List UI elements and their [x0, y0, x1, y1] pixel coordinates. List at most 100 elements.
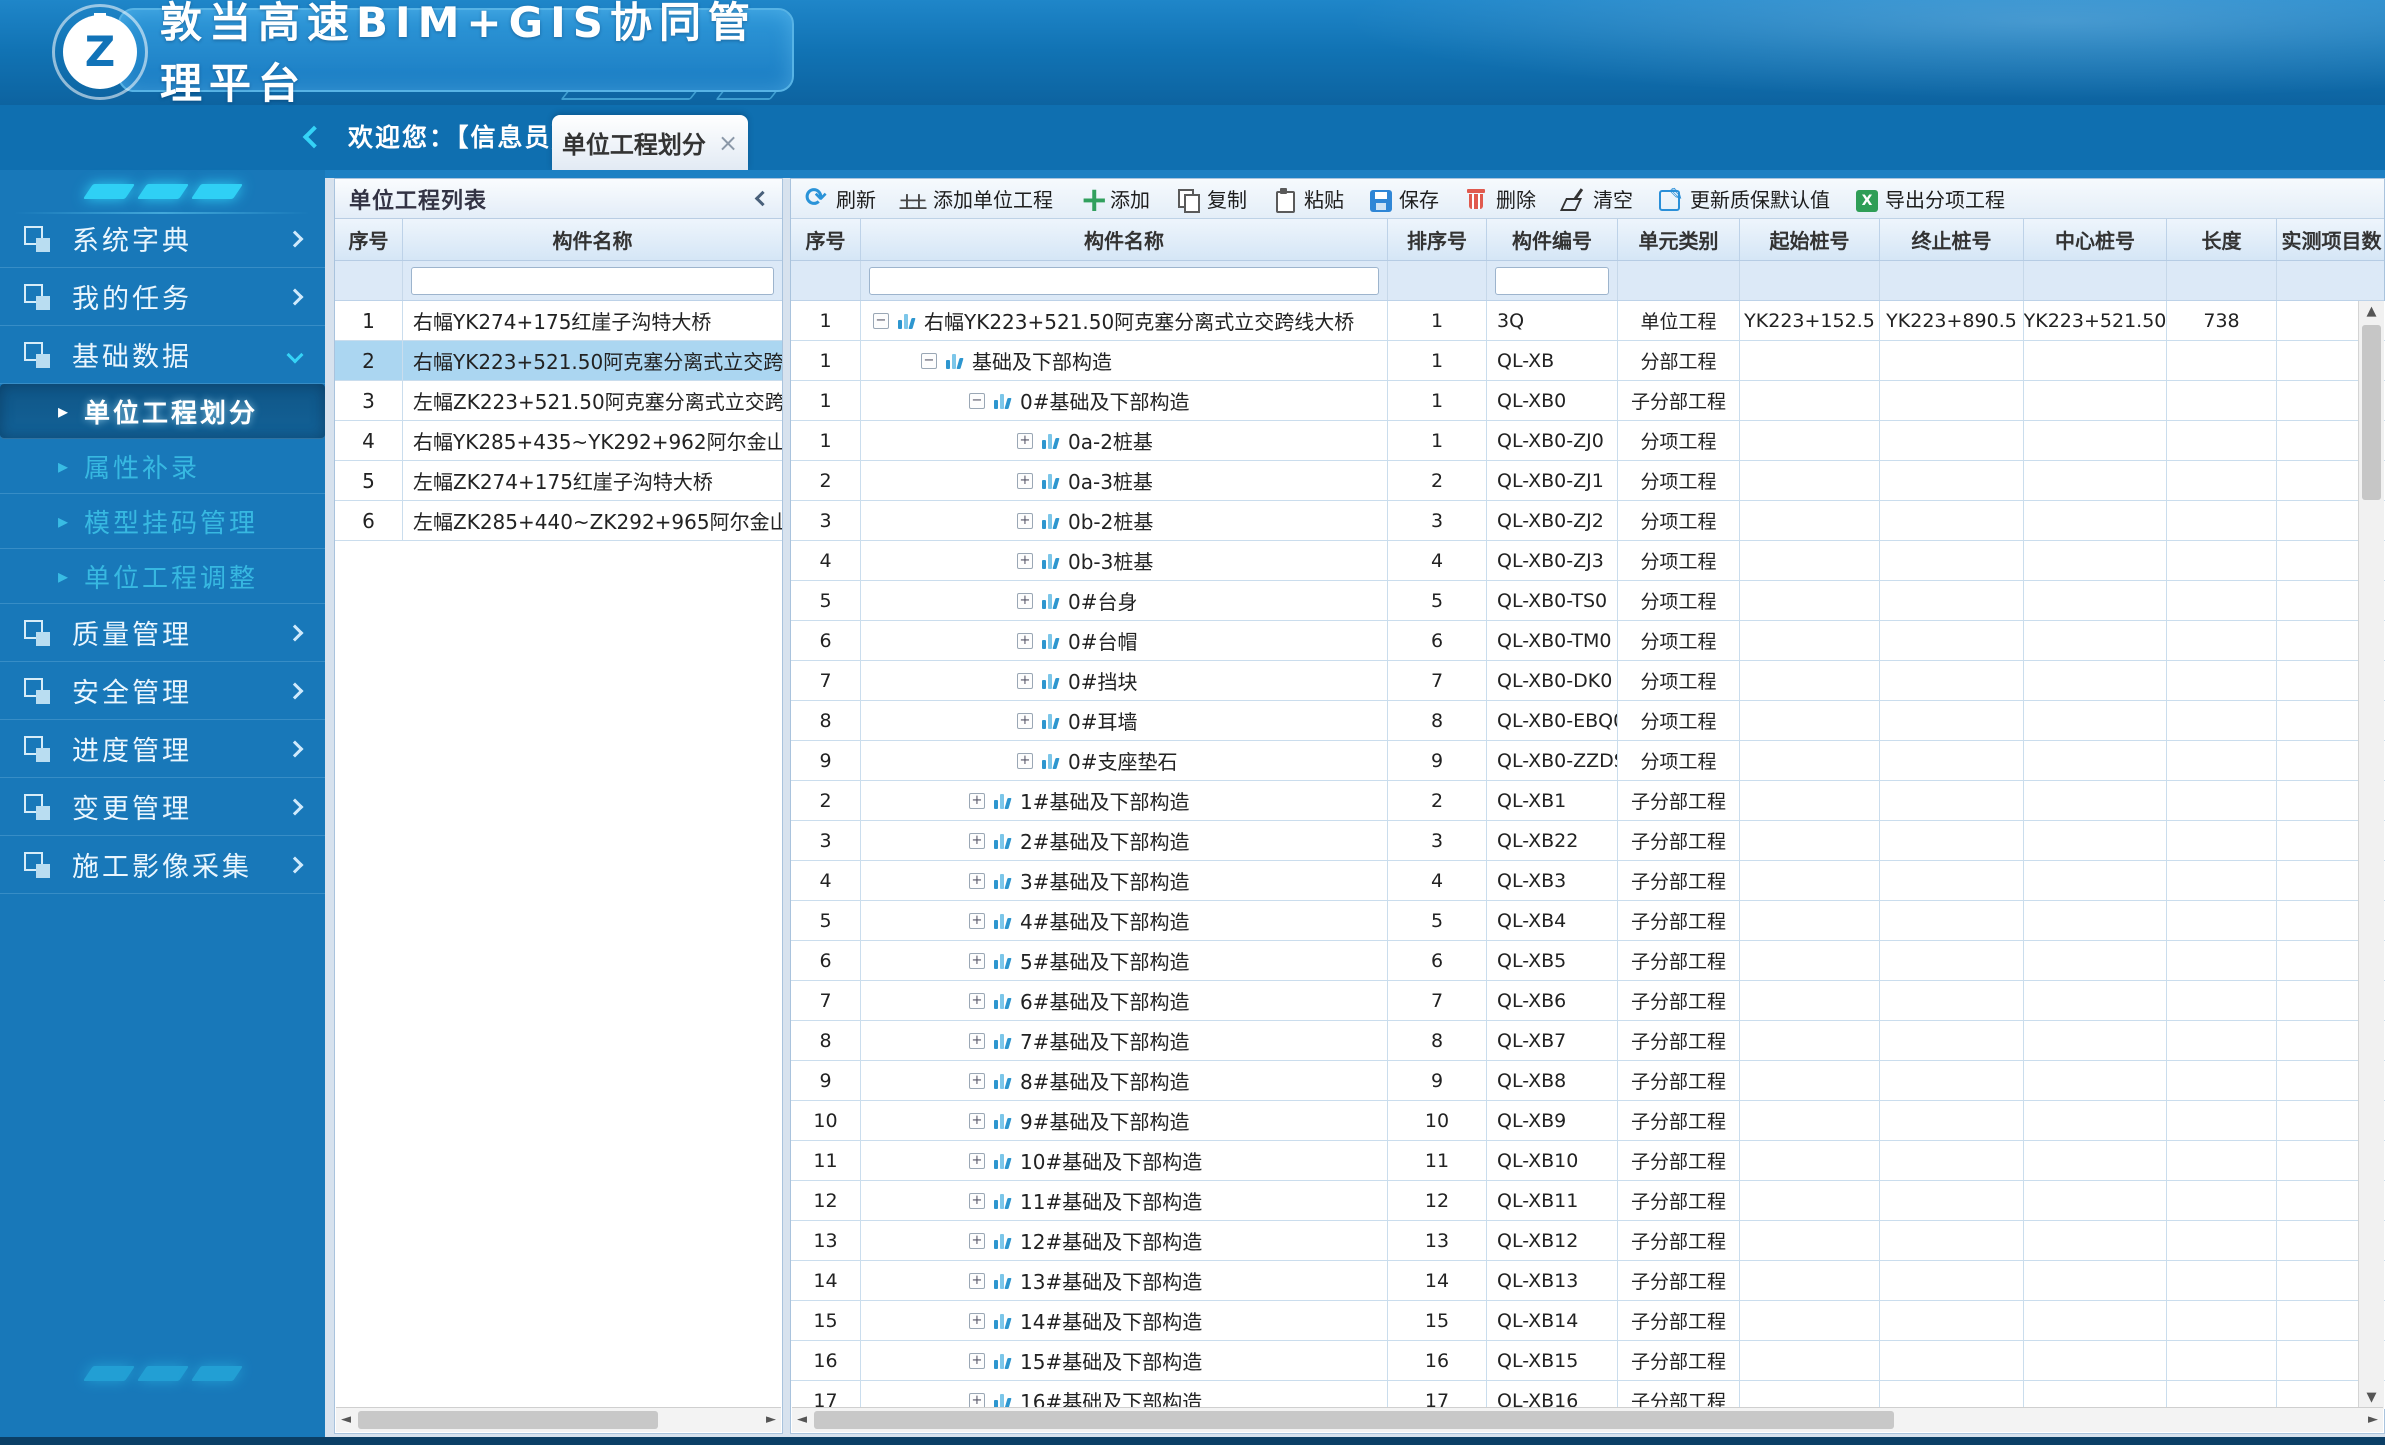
tree-table-row-27[interactable]: 16+15#基础及下部构造16QL-XB15子分部工程 — [791, 1341, 2385, 1381]
tree-table-row-10[interactable]: 7+0#挡块7QL-XB0-DK0分项工程 — [791, 661, 2385, 701]
component-code-filter-input[interactable] — [1495, 267, 1609, 295]
tree-table-row-11[interactable]: 8+0#耳墙8QL-XB0-EBQ0分项工程 — [791, 701, 2385, 741]
update-button[interactable]: 更新质保默认值 — [1659, 184, 1830, 213]
scrollbar-thumb[interactable] — [358, 1411, 658, 1429]
expand-node-icon[interactable]: + — [1017, 713, 1033, 729]
scroll-up-icon[interactable]: ▲ — [2359, 301, 2384, 323]
tree-table-row-19[interactable]: 8+7#基础及下部构造8QL-XB7子分部工程 — [791, 1021, 2385, 1061]
tree-table-row-7[interactable]: 4+0b-3桩基4QL-XB0-ZJ3分项工程 — [791, 541, 2385, 581]
expand-node-icon[interactable]: + — [969, 793, 985, 809]
tree-table-row-28[interactable]: 17+16#基础及下部构造17QL-XB16子分部工程 — [791, 1381, 2385, 1409]
tree-table-row-13[interactable]: 2+1#基础及下部构造2QL-XB1子分部工程 — [791, 781, 2385, 821]
sidebar-item-10[interactable]: 进度管理 — [0, 720, 325, 778]
tree-table-row-16[interactable]: 5+4#基础及下部构造5QL-XB4子分部工程 — [791, 901, 2385, 941]
save-button[interactable]: 保存 — [1370, 184, 1439, 213]
collapse-node-icon[interactable]: − — [969, 393, 985, 409]
tab-unit-engineering-division[interactable]: 单位工程划分 × — [552, 115, 748, 170]
unit-name-filter-input[interactable] — [411, 267, 774, 295]
expand-node-icon[interactable]: + — [969, 1273, 985, 1289]
component-name-filter-input[interactable] — [869, 267, 1379, 295]
sidebar-item-7[interactable]: ▸单位工程调整 — [0, 549, 325, 604]
tree-table-row-3[interactable]: 1−0#基础及下部构造1QL-XB0子分部工程 — [791, 381, 2385, 421]
sidebar-item-8[interactable]: 质量管理 — [0, 604, 325, 662]
expand-node-icon[interactable]: + — [1017, 633, 1033, 649]
sidebar-item-4[interactable]: ▸单位工程划分 — [0, 384, 325, 439]
scroll-right-icon[interactable]: ► — [761, 1408, 781, 1432]
collapse-node-icon[interactable]: − — [921, 353, 937, 369]
expand-node-icon[interactable]: + — [1017, 473, 1033, 489]
expand-node-icon[interactable]: + — [1017, 433, 1033, 449]
export-button[interactable]: 导出分项工程 — [1856, 184, 2005, 213]
tabs-collapse-left-icon[interactable] — [303, 126, 326, 149]
sidebar-item-11[interactable]: 变更管理 — [0, 778, 325, 836]
expand-node-icon[interactable]: + — [969, 993, 985, 1009]
expand-node-icon[interactable]: + — [1017, 553, 1033, 569]
scroll-down-icon[interactable]: ▼ — [2359, 1387, 2384, 1409]
tree-table-row-18[interactable]: 7+6#基础及下部构造7QL-XB6子分部工程 — [791, 981, 2385, 1021]
scrollbar-thumb[interactable] — [814, 1411, 1894, 1429]
tree-table-row-12[interactable]: 9+0#支座垫石9QL-XB0-ZZDS0分项工程 — [791, 741, 2385, 781]
sidebar-item-9[interactable]: 安全管理 — [0, 662, 325, 720]
tree-table-row-17[interactable]: 6+5#基础及下部构造6QL-XB5子分部工程 — [791, 941, 2385, 981]
expand-node-icon[interactable]: + — [969, 953, 985, 969]
scroll-right-icon[interactable]: ► — [2363, 1408, 2383, 1432]
collapse-node-icon[interactable]: − — [873, 313, 889, 329]
tree-table-row-5[interactable]: 2+0a-3桩基2QL-XB0-ZJ1分项工程 — [791, 461, 2385, 501]
expand-node-icon[interactable]: + — [969, 873, 985, 889]
tree-table-row-9[interactable]: 6+0#台帽6QL-XB0-TM0分项工程 — [791, 621, 2385, 661]
tree-table-row-6[interactable]: 3+0b-2桩基3QL-XB0-ZJ2分项工程 — [791, 501, 2385, 541]
expand-node-icon[interactable]: + — [969, 1033, 985, 1049]
copy-button[interactable]: 复制 — [1176, 184, 1247, 213]
expand-node-icon[interactable]: + — [1017, 593, 1033, 609]
tree-table-row-26[interactable]: 15+14#基础及下部构造15QL-XB14子分部工程 — [791, 1301, 2385, 1341]
main-horizontal-scrollbar[interactable]: ◄ ► — [792, 1407, 2383, 1432]
tree-table-row-23[interactable]: 12+11#基础及下部构造12QL-XB11子分部工程 — [791, 1181, 2385, 1221]
add-button[interactable]: 添加 — [1079, 184, 1150, 213]
panel-collapse-icon[interactable] — [755, 191, 771, 207]
delete-button[interactable]: 删除 — [1465, 184, 1536, 213]
tree-table-row-21[interactable]: 10+9#基础及下部构造10QL-XB9子分部工程 — [791, 1101, 2385, 1141]
refresh-button[interactable]: 刷新 — [805, 184, 876, 213]
expand-node-icon[interactable]: + — [969, 1153, 985, 1169]
expand-node-icon[interactable]: + — [969, 1073, 985, 1089]
tree-table-row-14[interactable]: 3+2#基础及下部构造3QL-XB22子分部工程 — [791, 821, 2385, 861]
clear-button[interactable]: 清空 — [1562, 184, 1633, 213]
sidebar-item-12[interactable]: 施工影像采集 — [0, 836, 325, 894]
tree-table-row-20[interactable]: 9+8#基础及下部构造9QL-XB8子分部工程 — [791, 1061, 2385, 1101]
scroll-left-icon[interactable]: ◄ — [792, 1408, 812, 1432]
tree-table-row-8[interactable]: 5+0#台身5QL-XB0-TS0分项工程 — [791, 581, 2385, 621]
tree-table-row-15[interactable]: 4+3#基础及下部构造4QL-XB3子分部工程 — [791, 861, 2385, 901]
sidebar-item-6[interactable]: ▸模型挂码管理 — [0, 494, 325, 549]
sidebar-item-1[interactable]: 系统字典 — [0, 210, 325, 268]
expand-node-icon[interactable]: + — [1017, 673, 1033, 689]
unit-list-row-2[interactable]: 2右幅YK223+521.50阿克塞分离式立交跨线大桥 — [335, 341, 782, 381]
scrollbar-thumb[interactable] — [2362, 325, 2381, 500]
unit-list-row-4[interactable]: 4右幅YK285+435~YK292+962阿尔金山特长隧道 — [335, 421, 782, 461]
unit-list-horizontal-scrollbar[interactable]: ◄ ► — [336, 1407, 781, 1432]
tree-table-row-24[interactable]: 13+12#基础及下部构造13QL-XB12子分部工程 — [791, 1221, 2385, 1261]
tree-table-row-22[interactable]: 11+10#基础及下部构造11QL-XB10子分部工程 — [791, 1141, 2385, 1181]
expand-node-icon[interactable]: + — [969, 833, 985, 849]
sidebar-item-5[interactable]: ▸属性补录 — [0, 439, 325, 494]
sidebar-item-3[interactable]: 基础数据 — [0, 326, 325, 384]
tree-table-row-25[interactable]: 14+13#基础及下部构造14QL-XB13子分部工程 — [791, 1261, 2385, 1301]
scroll-left-icon[interactable]: ◄ — [336, 1408, 356, 1432]
unit-list-row-5[interactable]: 5左幅ZK274+175红崖子沟特大桥 — [335, 461, 782, 501]
tab-close-icon[interactable]: × — [718, 131, 738, 155]
unit-list-row-1[interactable]: 1右幅YK274+175红崖子沟特大桥 — [335, 301, 782, 341]
tree-table-row-2[interactable]: 1−基础及下部构造1QL-XB分部工程 — [791, 341, 2385, 381]
unit-list-row-3[interactable]: 3左幅ZK223+521.50阿克塞分离式立交跨线大桥 — [335, 381, 782, 421]
main-vertical-scrollbar[interactable]: ▲ ▼ — [2358, 301, 2384, 1409]
expand-node-icon[interactable]: + — [969, 1313, 985, 1329]
expand-node-icon[interactable]: + — [969, 1193, 985, 1209]
paste-button[interactable]: 粘贴 — [1273, 184, 1344, 213]
expand-node-icon[interactable]: + — [969, 913, 985, 929]
addunit-button[interactable]: 添加单位工程 — [902, 184, 1053, 213]
expand-node-icon[interactable]: + — [1017, 753, 1033, 769]
tree-table-row-1[interactable]: 1−右幅YK223+521.50阿克塞分离式立交跨线大桥13Q单位工程YK223… — [791, 301, 2385, 341]
unit-list-row-6[interactable]: 6左幅ZK285+440~ZK292+965阿尔金山特长隧道 — [335, 501, 782, 541]
sidebar-item-2[interactable]: 我的任务 — [0, 268, 325, 326]
tree-table-row-4[interactable]: 1+0a-2桩基1QL-XB0-ZJ0分项工程 — [791, 421, 2385, 461]
expand-node-icon[interactable]: + — [1017, 513, 1033, 529]
expand-node-icon[interactable]: + — [969, 1113, 985, 1129]
